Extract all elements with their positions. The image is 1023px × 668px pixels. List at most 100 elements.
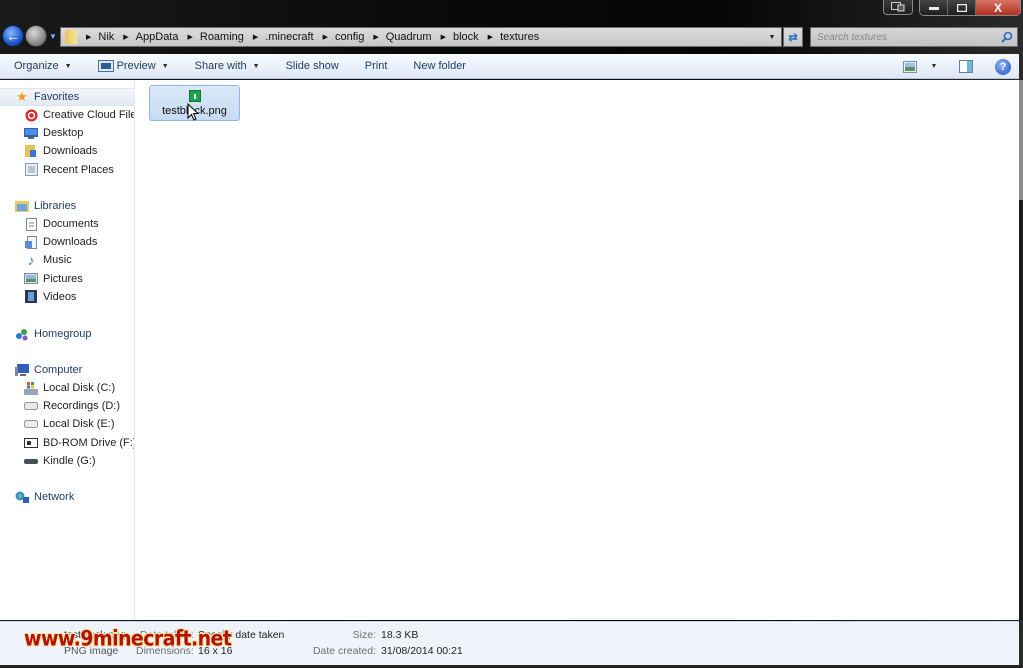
- maximize-icon: [956, 3, 967, 12]
- new-folder-label: New folder: [413, 60, 466, 72]
- sidebar-item-desktop[interactable]: Desktop: [0, 124, 134, 142]
- star-icon: ★: [16, 89, 28, 104]
- breadcrumb: ▶ Nik ▶ AppData ▶ Roaming ▶ .minecraft ▶…: [77, 28, 539, 46]
- breadcrumb-item[interactable]: AppData: [136, 31, 179, 43]
- optical-drive-icon: [24, 436, 38, 450]
- close-button[interactable]: X: [976, 0, 1020, 15]
- sidebar-item-network[interactable]: Network: [0, 488, 134, 506]
- slide-show-button[interactable]: Slide show: [279, 56, 346, 77]
- sidebar-item-homegroup[interactable]: Homegroup: [0, 325, 134, 343]
- recent-pages-dropdown[interactable]: ▼: [49, 32, 57, 41]
- search-input[interactable]: [817, 31, 997, 43]
- minimize-icon: [928, 6, 939, 10]
- snap-view-button[interactable]: [883, 0, 913, 15]
- share-with-button[interactable]: Share with ▼: [188, 56, 267, 77]
- breadcrumb-separator-icon[interactable]: ▶: [373, 33, 378, 41]
- chevron-down-icon: ▼: [161, 62, 169, 70]
- libraries-icon: [15, 199, 29, 213]
- nav-group-network: Network: [0, 488, 134, 506]
- sidebar-item-recordings-d[interactable]: Recordings (D:): [0, 397, 134, 415]
- breadcrumb-separator-icon[interactable]: ▶: [323, 33, 328, 41]
- forward-button[interactable]: [25, 25, 47, 47]
- sidebar-item-recent-places[interactable]: Recent Places: [0, 161, 134, 179]
- address-history-dropdown[interactable]: ▼: [765, 28, 779, 46]
- sidebar-item-label: Favorites: [34, 91, 80, 103]
- image-thumbnail-icon: [188, 90, 201, 102]
- slide-show-label: Slide show: [285, 60, 339, 72]
- sidebar-item-libraries[interactable]: Libraries: [0, 197, 134, 215]
- documents-icon: [24, 217, 38, 231]
- help-button[interactable]: ?: [991, 56, 1015, 77]
- nav-group-computer: Computer Local Disk (C:) Recordings (D:)…: [0, 361, 134, 470]
- sidebar-item-pictures[interactable]: Pictures: [0, 270, 134, 288]
- breadcrumb-item[interactable]: Roaming: [200, 31, 244, 43]
- sidebar-item-downloads[interactable]: Downloads: [0, 142, 134, 160]
- explorer-window: X ← ▼ ▶ Nik ▶ AppData ▶ Roaming ▶ .minec…: [0, 0, 1023, 668]
- folder-icon: [65, 30, 77, 44]
- chevron-down-icon: ▼: [930, 63, 938, 70]
- new-folder-button[interactable]: New folder: [406, 56, 473, 77]
- file-list[interactable]: testblock.png: [136, 80, 1019, 620]
- preview-pane-button[interactable]: [955, 56, 977, 77]
- sidebar-item-label: Desktop: [43, 127, 84, 140]
- view-options-dropdown[interactable]: ▼: [927, 56, 941, 77]
- share-with-label: Share with: [194, 60, 247, 72]
- sidebar-item-label: Recordings (D:): [43, 400, 121, 413]
- print-label: Print: [364, 60, 388, 72]
- breadcrumb-separator-icon[interactable]: ▶: [86, 33, 91, 41]
- change-view-button[interactable]: [899, 56, 921, 77]
- maximize-button[interactable]: [948, 0, 976, 15]
- music-icon: ♪: [27, 252, 35, 269]
- breadcrumb-separator-icon[interactable]: ▶: [253, 33, 258, 41]
- sidebar-item-computer[interactable]: Computer: [0, 361, 134, 379]
- downloads-library-icon: [24, 235, 38, 249]
- breadcrumb-separator-icon[interactable]: ▶: [488, 33, 493, 41]
- back-arrow-icon: ←: [6, 28, 20, 44]
- breadcrumb-separator-icon[interactable]: ▶: [441, 33, 446, 41]
- caption-buttons: X: [883, 0, 1023, 16]
- creative-cloud-icon: [24, 108, 38, 122]
- nav-group-homegroup: Homegroup: [0, 325, 134, 343]
- help-icon: ?: [995, 58, 1011, 75]
- breadcrumb-item[interactable]: config: [335, 31, 364, 43]
- computer-icon: [15, 363, 29, 377]
- search-icon[interactable]: [1001, 31, 1013, 43]
- vertical-scrollbar[interactable]: [1019, 80, 1023, 620]
- breadcrumb-item[interactable]: Nik: [98, 31, 114, 43]
- sidebar-item-bd-rom-drive-f[interactable]: BD-ROM Drive (F:) 2: [0, 434, 134, 452]
- nav-group-favorites: ★ Favorites Creative Cloud Files Desktop…: [0, 88, 135, 179]
- system-disk-icon: [24, 381, 38, 395]
- hard-disk-icon: [24, 399, 38, 413]
- back-button[interactable]: ←: [2, 25, 24, 47]
- sidebar-item-label: Libraries: [34, 200, 77, 212]
- address-bar[interactable]: ▶ Nik ▶ AppData ▶ Roaming ▶ .minecraft ▶…: [60, 27, 782, 47]
- breadcrumb-separator-icon[interactable]: ▶: [123, 33, 128, 41]
- sidebar-item-local-disk-c[interactable]: Local Disk (C:): [0, 379, 134, 397]
- scrollbar-thumb[interactable]: [1019, 80, 1023, 200]
- sidebar-item-kindle-g[interactable]: Kindle (G:): [0, 452, 134, 470]
- search-box: [810, 27, 1018, 47]
- minimize-button[interactable]: [920, 0, 948, 15]
- breadcrumb-item-current[interactable]: textures: [500, 31, 539, 43]
- preview-button[interactable]: Preview ▼: [91, 56, 176, 77]
- sidebar-item-creative-cloud-files[interactable]: Creative Cloud Files: [0, 106, 135, 124]
- organize-label: Organize: [14, 60, 59, 72]
- breadcrumb-item[interactable]: .minecraft: [265, 31, 313, 43]
- network-icon: [15, 490, 29, 504]
- sidebar-item-local-disk-e[interactable]: Local Disk (E:): [0, 415, 134, 433]
- sidebar-item-label: Pictures: [43, 272, 83, 285]
- close-icon: X: [993, 0, 1002, 15]
- sidebar-item-downloads-library[interactable]: Downloads: [0, 233, 134, 251]
- breadcrumb-item[interactable]: block: [453, 31, 479, 43]
- chevron-down-icon: ▼: [252, 62, 260, 70]
- breadcrumb-item[interactable]: Quadrum: [386, 31, 432, 43]
- sidebar-item-videos[interactable]: Videos: [0, 288, 134, 306]
- sidebar-item-favorites[interactable]: ★ Favorites: [0, 88, 134, 106]
- refresh-button[interactable]: ⇄: [783, 27, 803, 47]
- organize-button[interactable]: Organize ▼: [7, 56, 79, 77]
- breadcrumb-separator-icon[interactable]: ▶: [187, 33, 192, 41]
- sidebar-item-documents[interactable]: Documents: [0, 215, 134, 233]
- sidebar-item-label: Creative Cloud Files: [43, 109, 135, 122]
- sidebar-item-music[interactable]: ♪ Music: [0, 251, 134, 269]
- print-button[interactable]: Print: [358, 56, 395, 77]
